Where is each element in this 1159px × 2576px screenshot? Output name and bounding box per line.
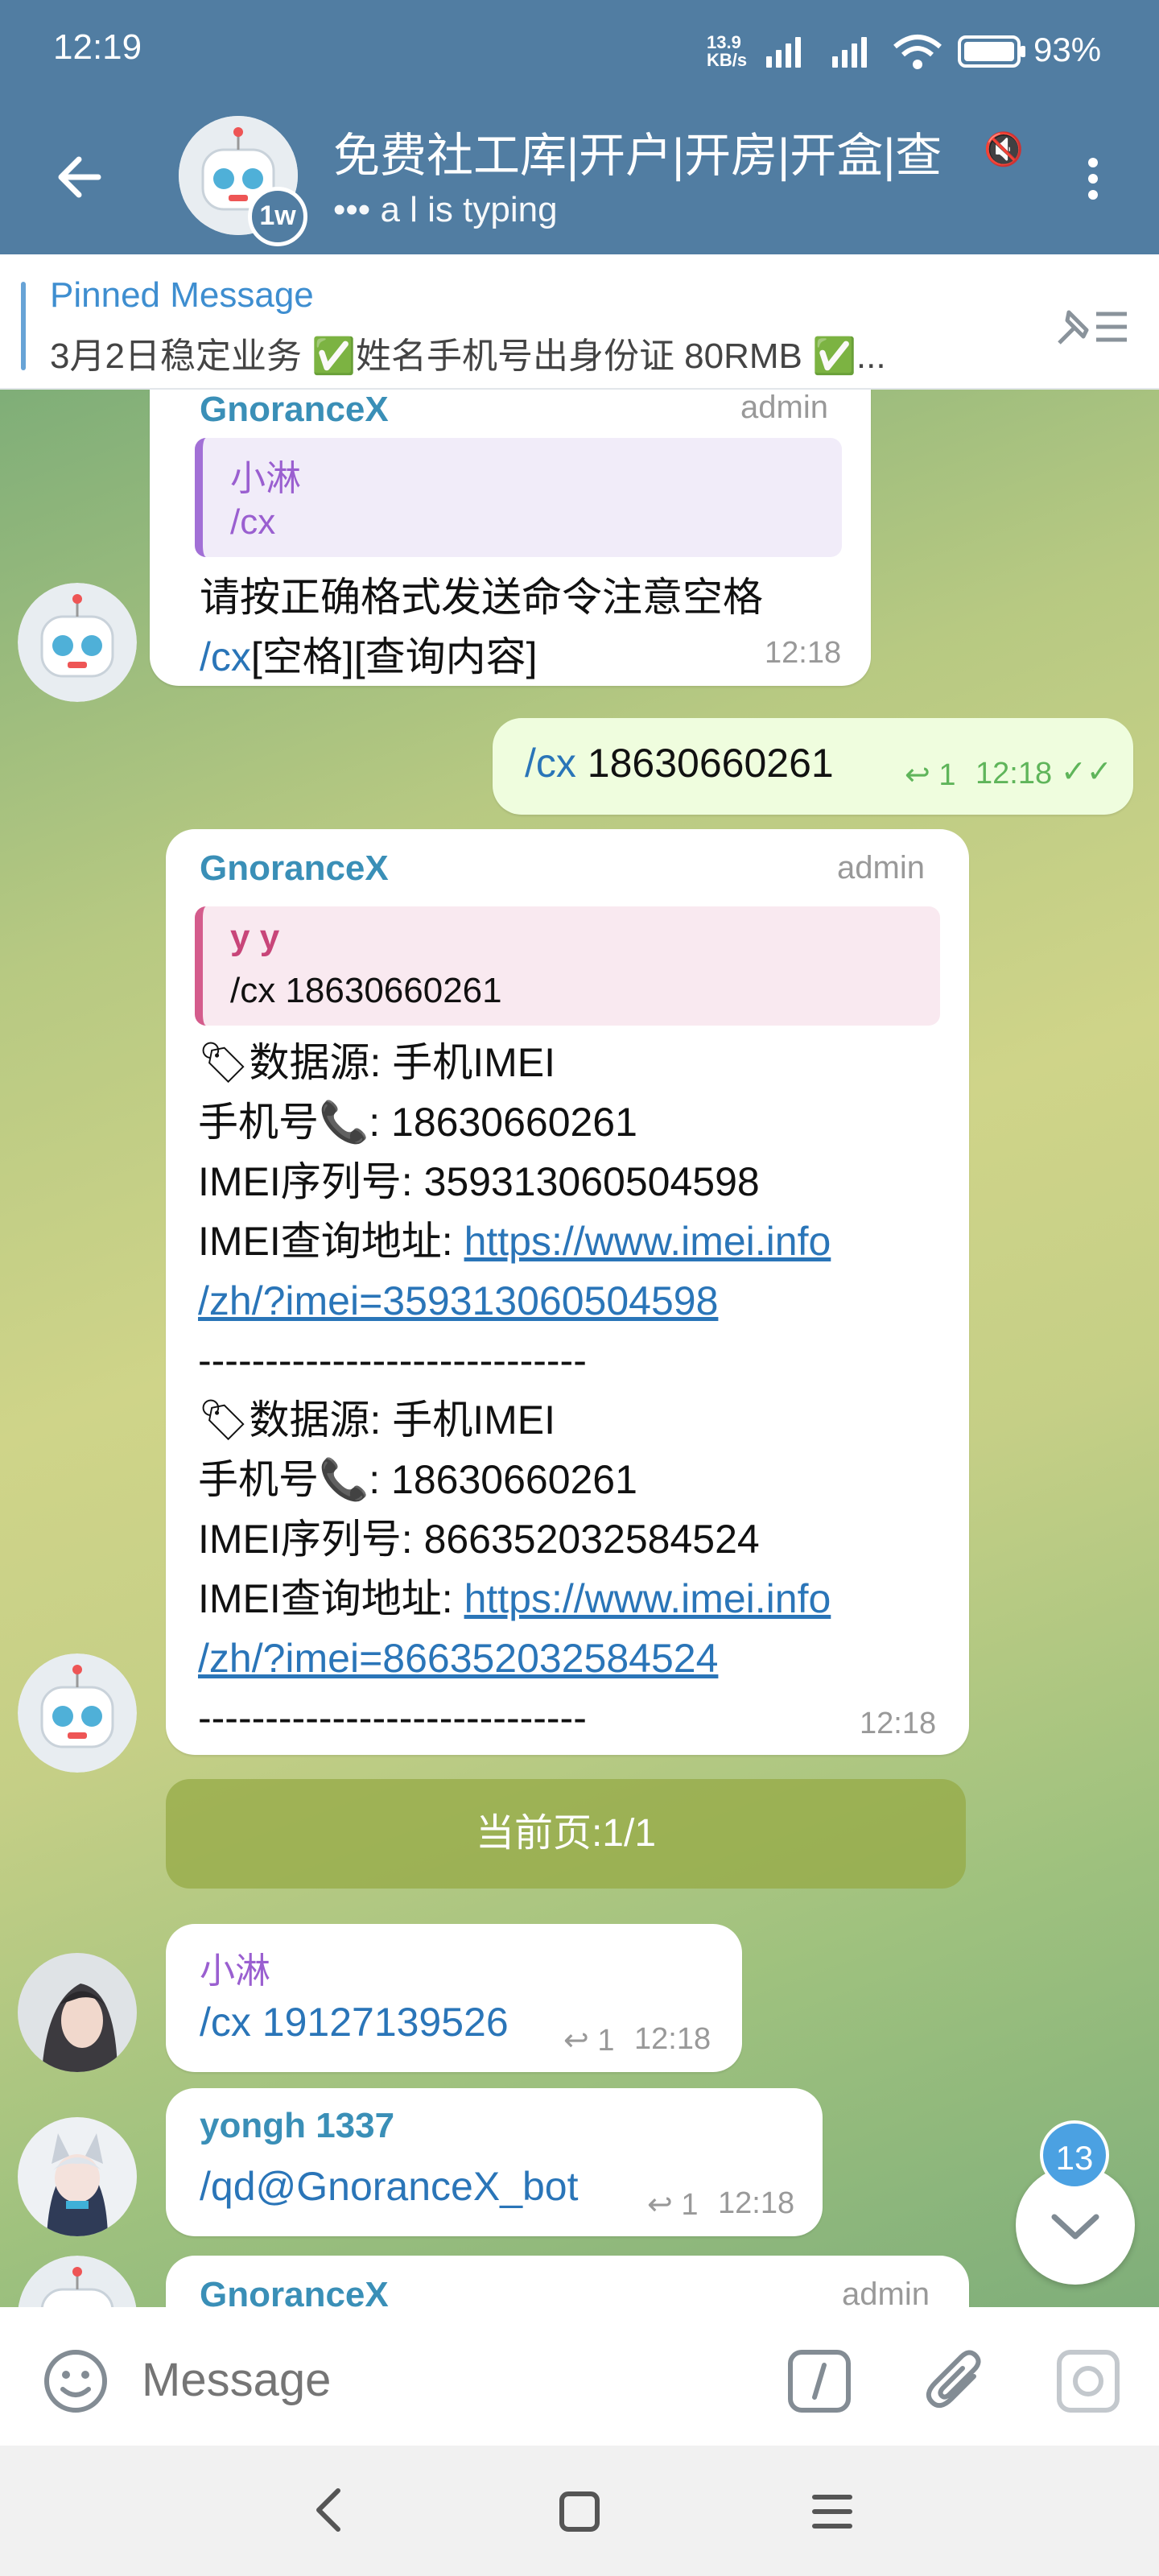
imei-link[interactable]: https://www.imei.info [464, 1219, 831, 1264]
message-text: /qd@GnoranceX_bot [200, 2164, 579, 2209]
result-imei: IMEI序列号: 866352032584524 [198, 1517, 760, 1562]
double-check-icon: ✓✓ [1061, 755, 1112, 789]
imei-link[interactable]: /zh/?imei=866352032584524 [198, 1629, 718, 1687]
status-time: 12:19 [53, 27, 142, 67]
emoji-icon[interactable] [40, 2346, 111, 2417]
message-bubble-m4[interactable]: 小淋 /cx 19127139526 ↩ 1 12:18 [166, 1924, 742, 2072]
divider: ----------------------------- [198, 1338, 587, 1383]
pinned-indicator [21, 282, 26, 370]
user-avatar-yongh[interactable] [18, 2117, 137, 2236]
bot-avatar[interactable] [18, 583, 137, 702]
divider: ----------------------------- [198, 1695, 587, 1740]
sender-name: yongh 1337 [200, 2106, 395, 2145]
sender-name: GnoranceX [200, 2275, 389, 2307]
reply-quote[interactable]: 小淋 /cx [195, 438, 842, 557]
result-imei: IMEI序列号: 359313060504598 [198, 1159, 760, 1204]
reply-count: ↩ 1 [563, 2024, 615, 2058]
chat-header: 12:19 13.9 KB/s 93% 1w 免费社工库|开户|开房|开盒|查 🔇 [0, 0, 1159, 254]
signal-icon-2 [832, 35, 881, 68]
paperclip-icon[interactable] [921, 2344, 992, 2418]
message-time: 12:18 [975, 757, 1053, 791]
message-text: /cx 19127139526 [200, 2000, 509, 2045]
reply-quote[interactable]: y y /cx 18630660261 [195, 906, 940, 1026]
message-bubble-m3[interactable]: GnoranceX admin y y /cx 18630660261 🏷数据源… [166, 829, 969, 1755]
bot-avatar[interactable] [18, 1653, 137, 1773]
result-query: IMEI查询地址: https://www.imei.info [198, 1219, 831, 1264]
message-time: 12:18 [634, 2022, 711, 2056]
page-indicator-button[interactable]: 当前页:1/1 [166, 1779, 966, 1889]
slow-mode-badge: 1w [248, 187, 307, 246]
imei-link[interactable]: https://www.imei.info [464, 1576, 831, 1621]
nav-back-icon[interactable] [306, 2484, 351, 2536]
message-input[interactable] [142, 2347, 737, 2412]
sender-role: admin [842, 2277, 930, 2307]
battery-percent: 93% [1033, 31, 1102, 68]
unread-count-badge: 13 [1040, 2120, 1109, 2190]
sender-role: admin [740, 390, 828, 425]
signal-icon [766, 35, 815, 68]
composer [0, 2307, 1159, 2446]
camera-icon[interactable] [1054, 2347, 1122, 2415]
message-bubble-m1[interactable]: GnoranceX admin 小淋 /cx 请按正确格式发送命令注意空格 /c… [150, 390, 871, 686]
sender-name: GnoranceX [200, 848, 389, 888]
message-time: 12:18 [718, 2186, 795, 2220]
wifi-icon [893, 35, 942, 69]
nav-recents-icon[interactable] [808, 2487, 856, 2536]
result-query: IMEI查询地址: https://www.imei.info [198, 1576, 831, 1621]
pinned-text: 3月2日稳定业务 ✅姓名手机号出身份证 80RMB ✅... [50, 336, 886, 376]
message-bubble-m5[interactable]: yongh 1337 /qd@GnoranceX_bot ↩ 1 12:18 [166, 2088, 823, 2236]
nav-home-icon[interactable] [555, 2487, 604, 2536]
back-arrow-icon[interactable] [48, 145, 113, 209]
tag-icon: 🏷 [198, 1040, 250, 1085]
message-bubble-m2-outgoing[interactable]: /cx 18630660261 ↩ 1 12:18 ✓✓ [493, 718, 1133, 815]
pinned-title: Pinned Message [50, 275, 314, 315]
pinned-message-bar[interactable]: Pinned Message 3月2日稳定业务 ✅姓名手机号出身份证 80RMB… [0, 254, 1159, 390]
message-time: 12:18 [860, 1707, 937, 1740]
result-phone: 手机号📞: 18630660261 [198, 1100, 637, 1145]
sender-name: GnoranceX [200, 390, 389, 429]
more-vert-icon[interactable] [1077, 147, 1109, 211]
slash-command-icon[interactable] [786, 2347, 853, 2415]
result-source: 🏷数据源: 手机IMEI [198, 1397, 556, 1443]
result-phone: 手机号📞: 18630660261 [198, 1457, 637, 1502]
message-time: 12:18 [765, 636, 842, 670]
chat-title[interactable]: 免费社工库|开户|开房|开盒|查 [333, 118, 1041, 185]
reply-count: ↩ 1 [647, 2188, 699, 2222]
battery-icon [958, 35, 1025, 68]
pinned-list-icon[interactable] [1051, 295, 1132, 359]
message-text: /cx 18630660261 [525, 741, 834, 786]
imei-link[interactable]: /zh/?imei=359313060504598 [198, 1272, 718, 1330]
reply-count: ↩ 1 [905, 758, 956, 792]
user-avatar-xiaolin[interactable] [18, 1953, 137, 2072]
message-text: 请按正确格式发送命令注意空格 [200, 575, 763, 620]
typing-status: ••• a l is typing [333, 190, 558, 229]
status-net-speed: 13.9 KB/s [707, 32, 748, 70]
bot-avatar[interactable] [18, 2256, 137, 2307]
message-bubble-m6[interactable]: GnoranceX admin [166, 2256, 969, 2307]
tag-icon: 🏷 [198, 1397, 250, 1443]
muted-icon: 🔇 [984, 132, 1024, 167]
sender-role: admin [837, 850, 925, 886]
result-source: 🏷数据源: 手机IMEI [198, 1040, 556, 1085]
message-list[interactable]: GnoranceX admin 小淋 /cx 请按正确格式发送命令注意空格 /c… [0, 390, 1159, 2307]
sender-name: 小淋 [200, 1951, 270, 1991]
system-nav-bar [0, 2446, 1159, 2576]
message-text: /cx[空格][查询内容] [200, 634, 538, 679]
